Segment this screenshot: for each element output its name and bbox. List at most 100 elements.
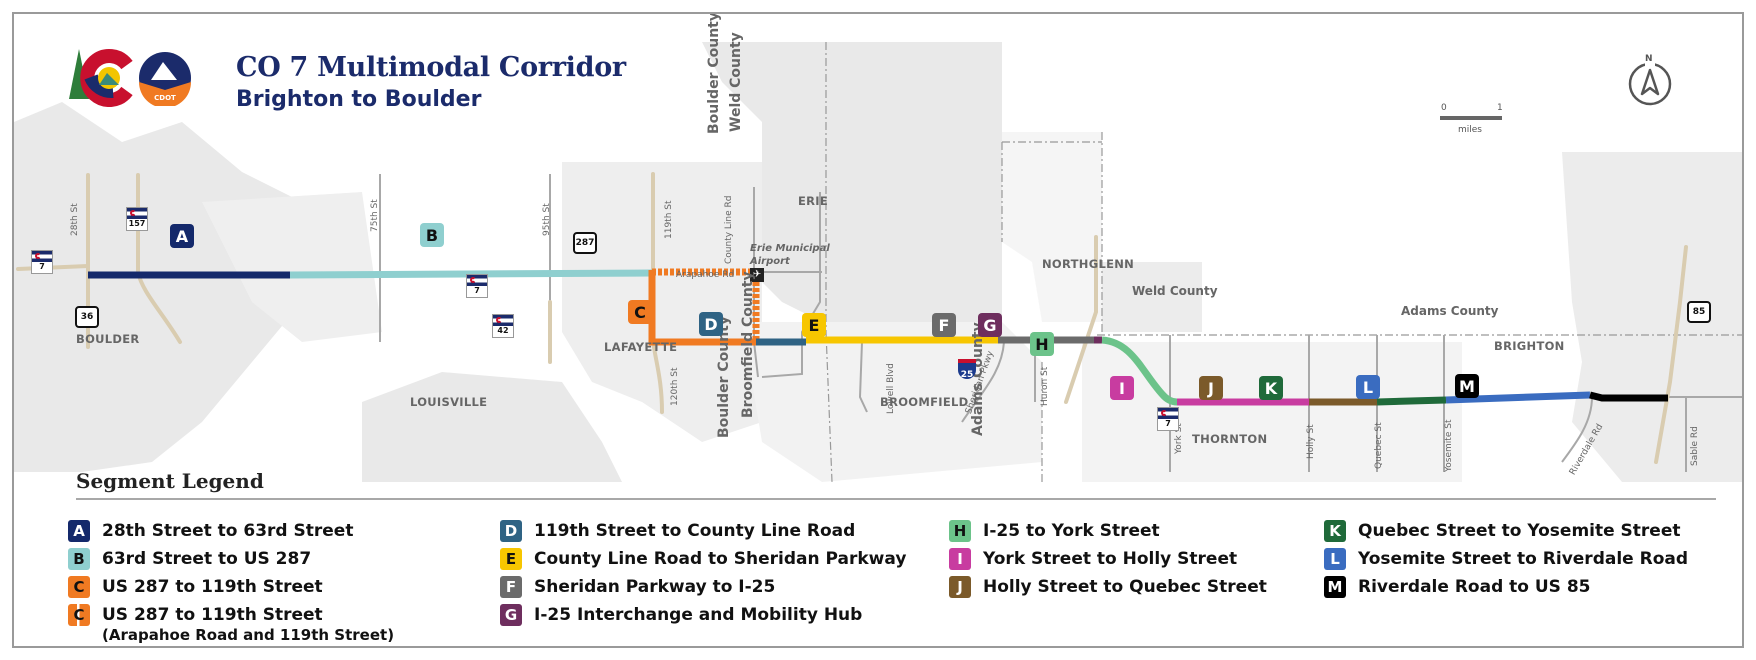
segment-badge-c[interactable]: C bbox=[628, 300, 652, 324]
road-label-lowell: Lowell Blvd bbox=[886, 363, 896, 414]
scale-start-label: 0 bbox=[1441, 103, 1447, 113]
place-northglenn: NORTHGLENN bbox=[1042, 257, 1135, 271]
legend-badge: B bbox=[68, 548, 90, 570]
legend-item-c: C US 287 to 119th Street bbox=[68, 576, 323, 598]
co42-shield-icon: 42 bbox=[492, 314, 514, 338]
place-brighton: BRIGHTON bbox=[1494, 339, 1565, 353]
legend-item-e: E County Line Road to Sheridan Parkway bbox=[500, 548, 906, 570]
airport-label-line1: Erie Municipal bbox=[750, 243, 830, 254]
legend-badge: H bbox=[949, 520, 971, 542]
legend-label: US 287 to 119th Street bbox=[102, 577, 323, 597]
legend-item-i: I York Street to Holly Street bbox=[949, 548, 1237, 570]
colorado-state-logo bbox=[69, 49, 133, 107]
co7-shield-icon: 7 bbox=[466, 274, 488, 298]
legend-badge: M bbox=[1324, 576, 1346, 598]
legend-label: 63rd Street to US 287 bbox=[102, 549, 312, 569]
county-label-weld-east: Weld County bbox=[1132, 284, 1218, 298]
legend-item-m: M Riverdale Road to US 85 bbox=[1324, 576, 1591, 598]
place-thornton: THORNTON bbox=[1192, 432, 1268, 446]
legend-badge: K bbox=[1324, 520, 1346, 542]
road-label-119th: 119th St bbox=[664, 200, 674, 239]
road-label-120th: 120th St bbox=[670, 367, 680, 406]
legend-badge: F bbox=[500, 576, 522, 598]
co7-shield-icon: 7 bbox=[1157, 407, 1179, 431]
place-erie: ERIE bbox=[798, 194, 829, 208]
road-label-95th: 95th St bbox=[542, 203, 552, 236]
legend-label: I-25 to York Street bbox=[983, 521, 1160, 541]
legend-item-j: J Holly Street to Quebec Street bbox=[949, 576, 1267, 598]
legend-label: York Street to Holly Street bbox=[983, 549, 1238, 569]
legend-item-b: B 63rd Street to US 287 bbox=[68, 548, 311, 570]
segment-badge-l[interactable]: L bbox=[1356, 375, 1380, 399]
legend-badge: D bbox=[500, 520, 522, 542]
legend-sublabel: (Arapahoe Road and 119th Street) bbox=[102, 626, 395, 644]
us36-shield-icon: 36 bbox=[75, 306, 99, 328]
legend-badge: C bbox=[68, 576, 90, 598]
legend-label: I-25 Interchange and Mobility Hub bbox=[534, 605, 863, 625]
segment-m-line bbox=[1589, 391, 1668, 402]
legend-badge: G bbox=[500, 604, 522, 626]
county-label-boulder-north: Boulder County bbox=[706, 12, 722, 134]
legend-item-f: F Sheridan Parkway to I-25 bbox=[500, 576, 775, 598]
shield-number: 7 bbox=[474, 286, 480, 295]
legend-item-a: A 28th Street to 63rd Street bbox=[68, 520, 353, 542]
segment-badge-i[interactable]: I bbox=[1110, 376, 1134, 400]
co157-shield-icon: 157 bbox=[126, 207, 148, 231]
map-frame: CDOT CO 7 Multimodal Corridor Brighton t… bbox=[12, 12, 1744, 648]
airport-label-line2: Airport bbox=[750, 256, 790, 267]
shield-number: 7 bbox=[1165, 419, 1171, 428]
north-arrow-icon bbox=[1628, 58, 1672, 106]
segment-badge-d[interactable]: D bbox=[699, 312, 723, 336]
place-boulder: BOULDER bbox=[76, 332, 140, 346]
legend-item-h: H I-25 to York Street bbox=[949, 520, 1160, 542]
segment-badge-m[interactable]: M bbox=[1455, 374, 1479, 398]
road-label-quebec: Quebec St bbox=[1374, 422, 1384, 469]
segment-badge-e[interactable]: E bbox=[802, 313, 826, 337]
cdot-logo: CDOT bbox=[139, 52, 191, 106]
legend-label: Yosemite Street to Riverdale Road bbox=[1358, 549, 1689, 569]
airport-label: Erie Municipal Airport bbox=[750, 242, 830, 268]
scale-end-label: 1 bbox=[1497, 103, 1503, 113]
road-label-huron: Huron St bbox=[1040, 366, 1050, 406]
legend-badge: L bbox=[1324, 548, 1346, 570]
legend-badge: J bbox=[949, 576, 971, 598]
us287-shield-icon: 287 bbox=[573, 232, 597, 254]
county-label-weld-north: Weld County bbox=[728, 32, 744, 132]
road-label-county-line: County Line Rd bbox=[724, 195, 734, 265]
legend-badge: C bbox=[68, 604, 90, 626]
segment-badge-a[interactable]: A bbox=[170, 224, 194, 248]
scale-unit-label: miles bbox=[1458, 125, 1482, 135]
legend-label: Quebec Street to Yosemite Street bbox=[1358, 521, 1681, 541]
legend-badge: I bbox=[949, 548, 971, 570]
road-label-75th: 75th St bbox=[370, 199, 380, 232]
north-label: N bbox=[1645, 54, 1653, 64]
page-title: CO 7 Multimodal Corridor bbox=[236, 52, 626, 83]
legend-divider bbox=[76, 498, 1716, 500]
legend-item-g: G I-25 Interchange and Mobility Hub bbox=[500, 604, 862, 626]
road-label-yosemite: Yosemite St bbox=[1444, 419, 1454, 472]
legend-item-k: K Quebec Street to Yosemite Street bbox=[1324, 520, 1681, 542]
place-lafayette: LAFAYETTE bbox=[604, 340, 678, 354]
segment-badge-b[interactable]: B bbox=[420, 223, 444, 247]
shield-number: 157 bbox=[128, 219, 146, 228]
legend-label: 119th Street to County Line Road bbox=[534, 521, 856, 541]
legend-label: Riverdale Road to US 85 bbox=[1358, 577, 1591, 597]
legend-label: Holly Street to Quebec Street bbox=[983, 577, 1267, 597]
segment-badge-g[interactable]: G bbox=[978, 313, 1002, 337]
segment-badge-j[interactable]: J bbox=[1199, 376, 1223, 400]
road-label-arapahoe: Arapahoe Rd bbox=[676, 270, 735, 280]
cdot-label: CDOT bbox=[154, 94, 176, 102]
county-label-broomfield: Broomfield County bbox=[740, 271, 756, 418]
road-label-sable: Sable Rd bbox=[1690, 426, 1700, 466]
legend-item-d: D 119th Street to County Line Road bbox=[500, 520, 855, 542]
segment-badge-f[interactable]: F bbox=[932, 313, 956, 337]
segment-badge-h[interactable]: H bbox=[1030, 332, 1054, 356]
scale-bar bbox=[1440, 116, 1502, 120]
legend-item-l: L Yosemite Street to Riverdale Road bbox=[1324, 548, 1688, 570]
legend-label: Sheridan Parkway to I-25 bbox=[534, 577, 776, 597]
segment-k-line bbox=[1376, 396, 1447, 406]
shield-number: 7 bbox=[39, 262, 45, 271]
shield-number: 42 bbox=[497, 326, 509, 335]
legend-badge: E bbox=[500, 548, 522, 570]
segment-badge-k[interactable]: K bbox=[1259, 376, 1283, 400]
